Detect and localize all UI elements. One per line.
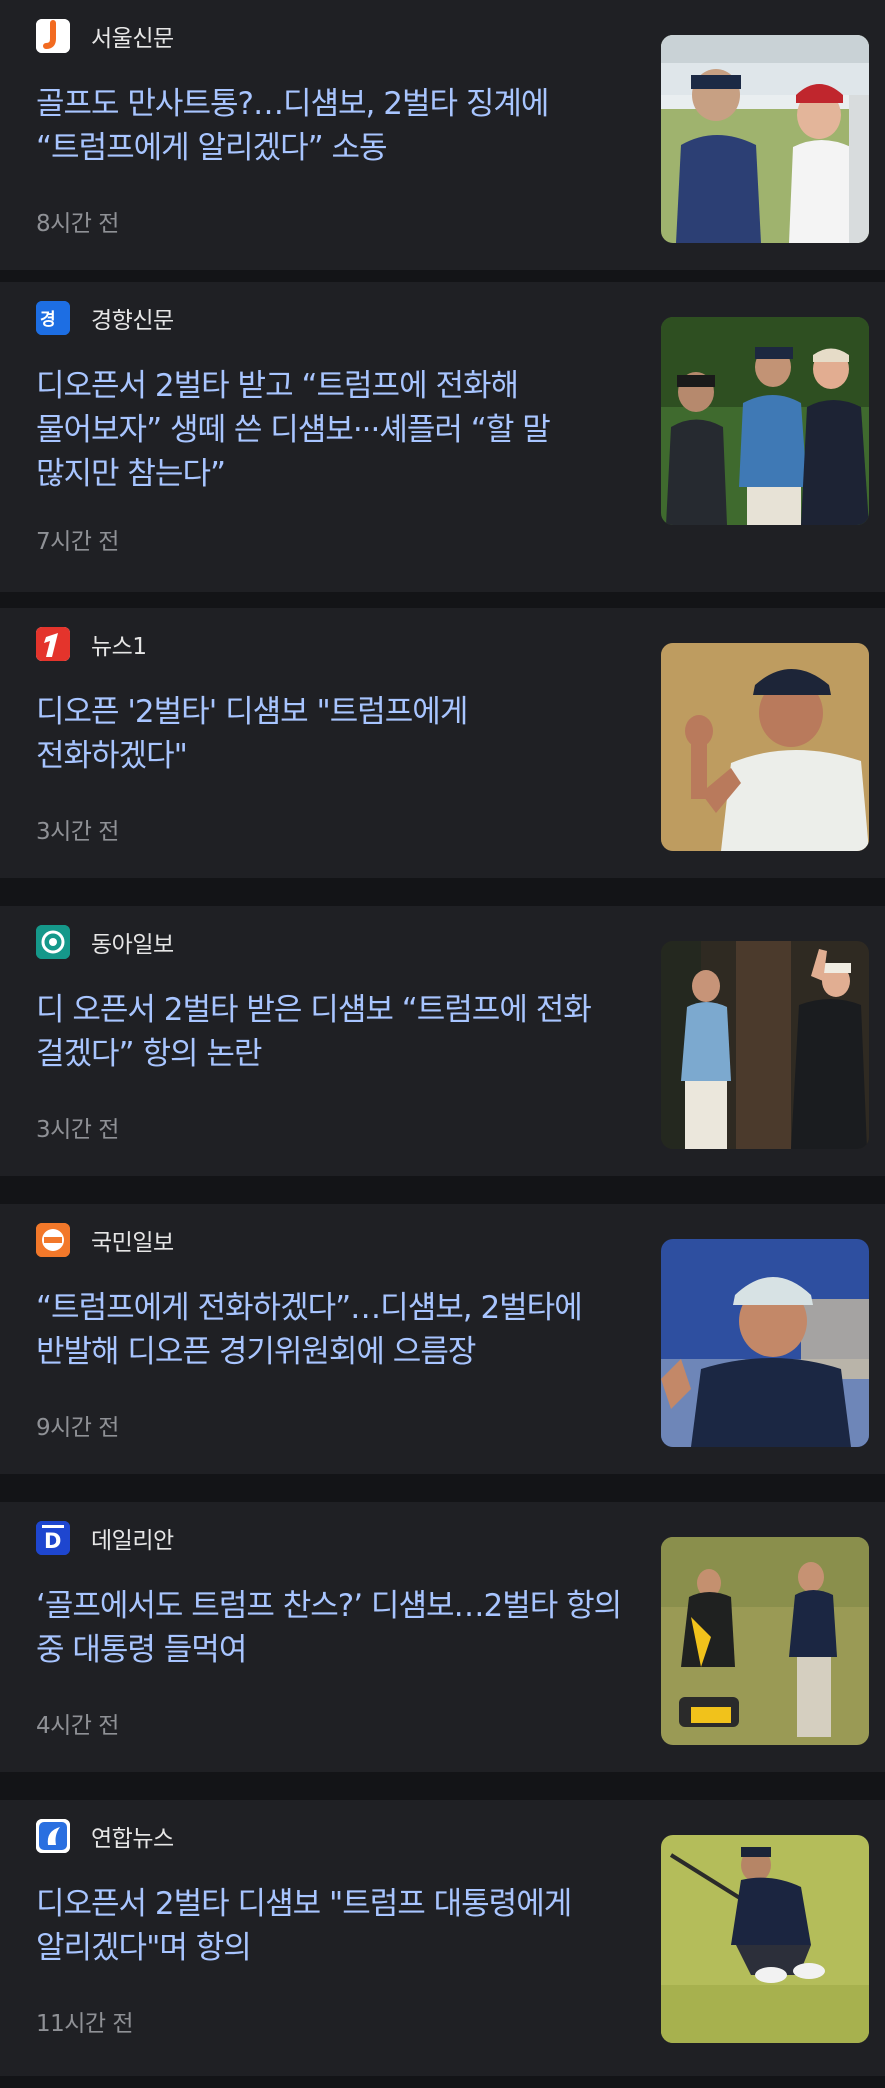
kukmin-logo-icon [36,1223,70,1257]
press-name[interactable]: 동아일보 [91,925,174,959]
golfer-crouching-photo-icon[interactable] [661,1835,869,2043]
news1-logo-icon [36,627,70,661]
news-card-donga[interactable]: 동아일보 디 오픈서 2벌타 받은 디섐보 “트럼프에 전화 걸겠다” 항의 논… [0,906,885,1176]
headline-link[interactable]: 디오픈 '2벌타' 디섐보 "트럼프에게 전화하겠다" [36,690,626,778]
news-card-yonhap[interactable]: 연합뉴스 디오픈서 2벌타 디섐보 "트럼프 대통령에게 알리겠다"며 항의 1… [0,1800,885,2076]
yonhap-logo-icon [36,1819,70,1853]
timestamp: 3시간 전 [36,1117,119,1143]
timestamp: 4시간 전 [36,1713,119,1739]
press-info: 국민일보 [36,1222,174,1258]
headline-link[interactable]: 디오픈서 2벌타 디섐보 "트럼프 대통령에게 알리겠다"며 항의 [36,1882,626,1970]
golfer-fist-pump-photo-icon[interactable] [661,643,869,851]
headline-link[interactable]: ‘골프에서도 트럼프 찬스?’ 디섐보…2벌타 항의 중 대통령 들먹여 [36,1584,626,1672]
news-card-dailian[interactable]: D 데일리안 ‘골프에서도 트럼프 찬스?’ 디섐보…2벌타 항의 중 대통령 … [0,1502,885,1772]
news-card-seoul[interactable]: 서울신문 골프도 만사트통?…디섐보, 2벌타 징계에 “트럼프에게 알리겠다”… [0,0,885,270]
press-info: 서울신문 [36,18,174,54]
press-name[interactable]: 데일리안 [91,1521,174,1555]
headline-link[interactable]: 디오픈서 2벌타 받고 “트럼프에 전화해 물어보자” 생떼 쓴 디섐보···셰… [36,364,626,496]
press-info: D 데일리안 [36,1520,174,1556]
golfer-and-caddie-photo-icon[interactable] [661,1537,869,1745]
news-card-kyunghyang[interactable]: 경 경향신문 디오픈서 2벌타 받고 “트럼프에 전화해 물어보자” 생떼 쓴 … [0,282,885,592]
svg-text:경: 경 [40,310,56,330]
headline-link[interactable]: 골프도 만사트통?…디섐보, 2벌타 징계에 “트럼프에게 알리겠다” 소동 [36,82,626,170]
timestamp: 9시간 전 [36,1415,119,1441]
golfer-and-trump-photo-icon[interactable] [661,941,869,1149]
press-info: 경 경향신문 [36,300,174,336]
svg-text:D: D [44,1529,61,1553]
timestamp: 11시간 전 [36,2011,134,2037]
press-name[interactable]: 뉴스1 [91,627,147,661]
timestamp: 8시간 전 [36,211,119,237]
news-card-news1[interactable]: 뉴스1 디오픈 '2벌타' 디섐보 "트럼프에게 전화하겠다" 3시간 전 [0,608,885,878]
donga-logo-icon [36,925,70,959]
news-feed: 서울신문 골프도 만사트통?…디섐보, 2벌타 징계에 “트럼프에게 알리겠다”… [0,0,885,2088]
press-name[interactable]: 국민일보 [91,1223,174,1257]
golfer-cap-closeup-photo-icon[interactable] [661,1239,869,1447]
dailian-logo-icon: D [36,1521,70,1555]
press-name[interactable]: 경향신문 [91,301,174,335]
headline-link[interactable]: “트럼프에게 전화하겠다”…디섐보, 2벌타에 반발해 디오픈 경기위원회에 으… [36,1286,626,1374]
headline-link[interactable]: 디 오픈서 2벌타 받은 디섐보 “트럼프에 전화 걸겠다” 항의 논란 [36,988,626,1076]
kyunghyang-logo-icon: 경 [36,301,70,335]
press-info: 동아일보 [36,924,174,960]
press-name[interactable]: 연합뉴스 [91,1819,174,1853]
seoul-shinmun-logo-icon [36,19,70,53]
timestamp: 3시간 전 [36,819,119,845]
press-info: 연합뉴스 [36,1818,174,1854]
news-card-kukmin[interactable]: 국민일보 “트럼프에게 전화하겠다”…디섐보, 2벌타에 반발해 디오픈 경기위… [0,1204,885,1474]
timestamp: 7시간 전 [36,529,119,555]
golfers-group-photo-icon[interactable] [661,317,869,525]
golf-cart-photo-icon[interactable] [661,35,869,243]
press-name[interactable]: 서울신문 [91,19,174,53]
press-info: 뉴스1 [36,626,147,662]
